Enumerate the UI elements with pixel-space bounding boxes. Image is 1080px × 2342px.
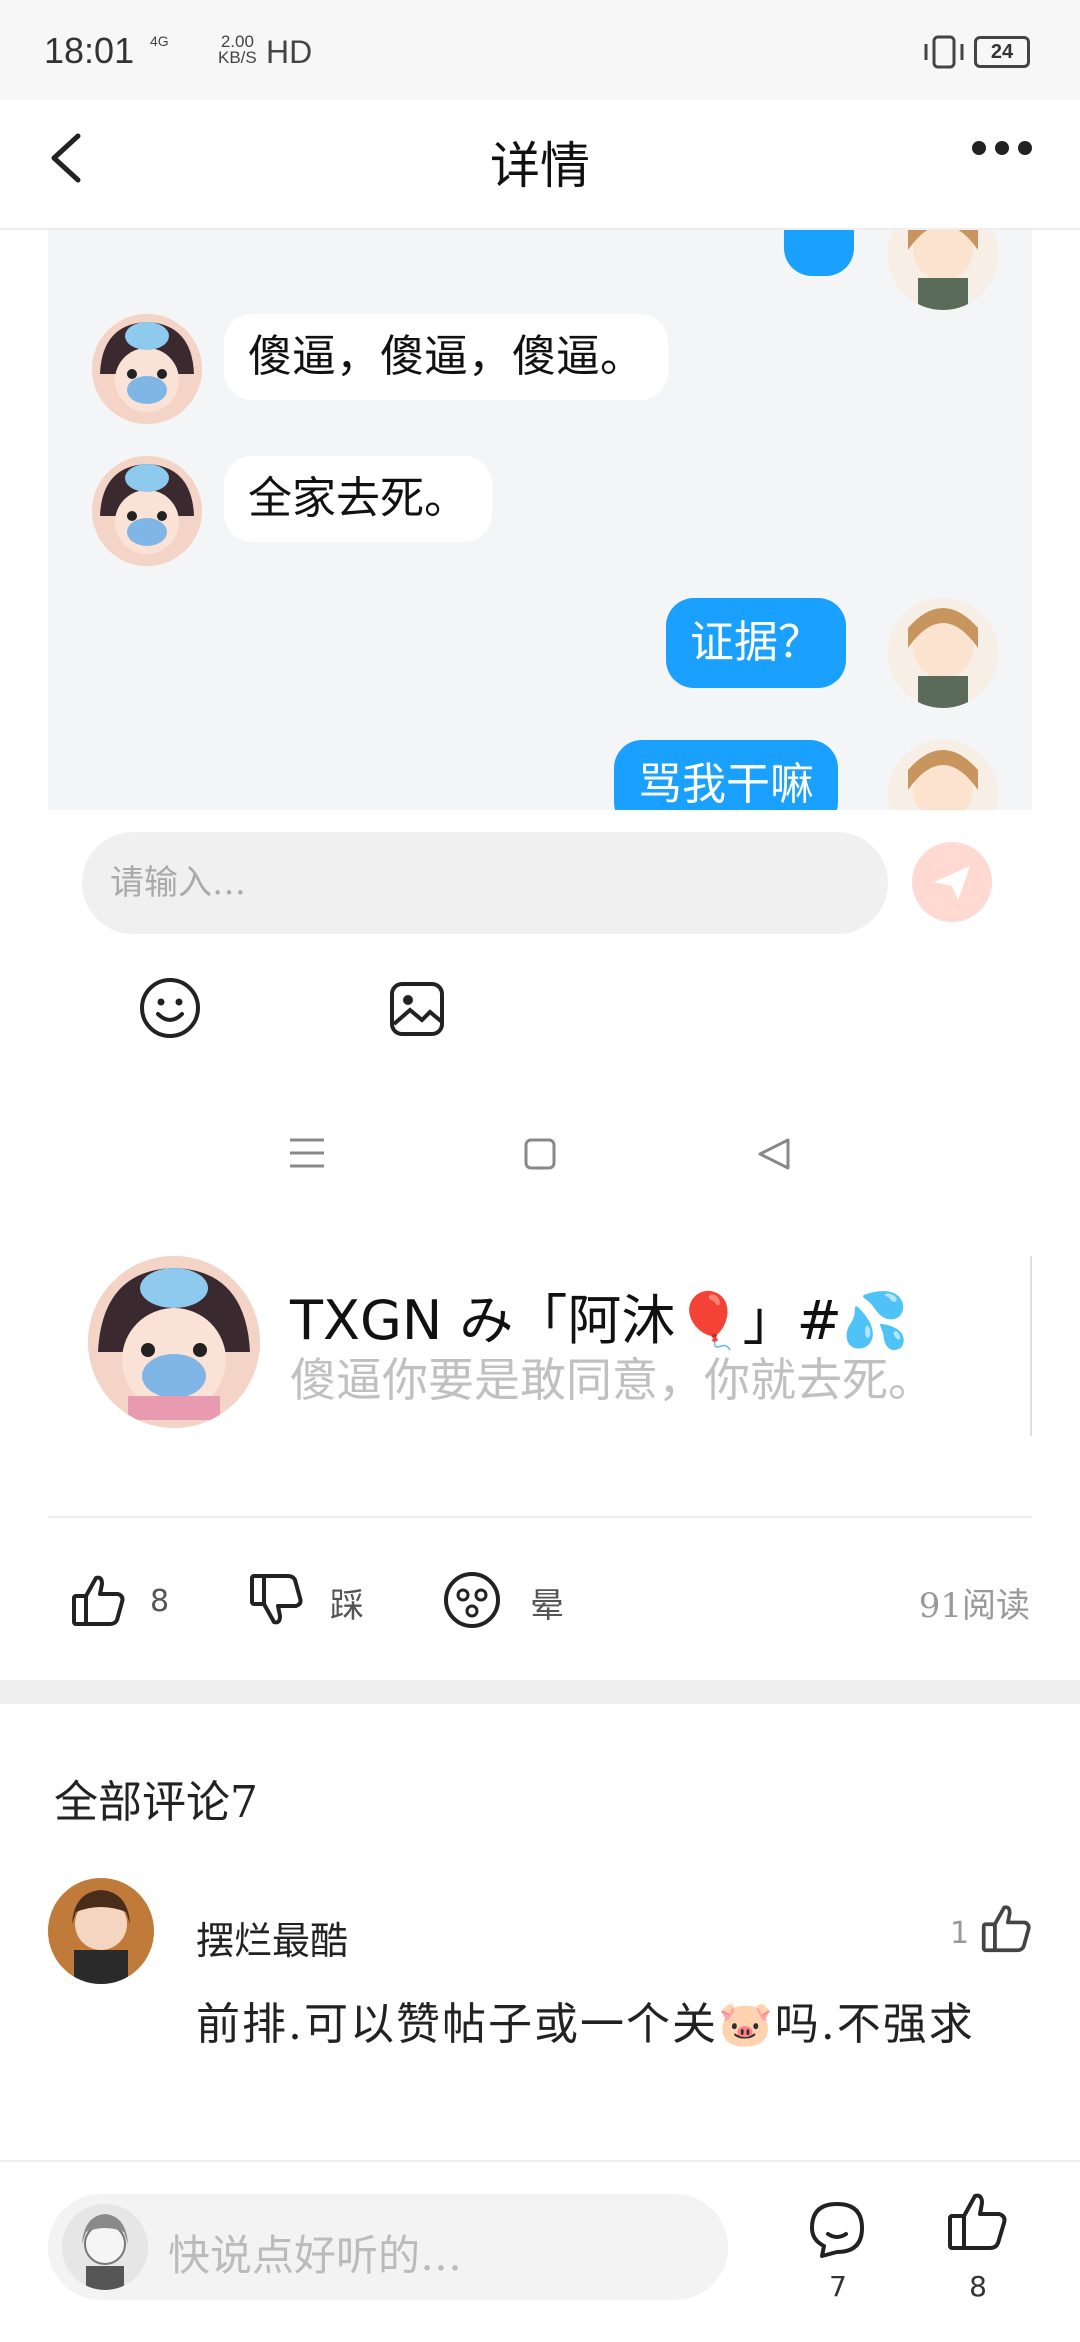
chat-screenshot: 傻逼，傻逼，傻逼。 全家去死。 证据？ 骂我干嘛: [48, 230, 1032, 810]
thumbs-down-icon[interactable]: [248, 1572, 304, 1628]
back-triangle-icon[interactable]: [756, 1136, 792, 1172]
section-separator: [0, 1680, 1080, 1704]
network-indicator: 4G: [150, 33, 169, 49]
chat-bubble-left: 傻逼，傻逼，傻逼。: [224, 314, 668, 400]
comment-placeholder: 快说点好听的…: [168, 2231, 463, 2280]
send-icon[interactable]: [912, 842, 992, 922]
chat-bubble-right: 骂我干嘛: [614, 740, 838, 810]
read-count: 91阅读: [918, 1586, 1030, 1626]
image-icon[interactable]: [388, 980, 446, 1038]
more-options-button[interactable]: [972, 140, 1042, 170]
hd-indicator: HD: [266, 34, 313, 70]
dislike-label[interactable]: 踩: [330, 1578, 364, 1627]
comments-title: 全部评论7: [54, 1777, 258, 1828]
comment-like-count: 1: [950, 1916, 970, 1951]
thumbs-up-icon[interactable]: [70, 1572, 126, 1628]
comment-text: 前排.可以赞帖子或一个关🐷吗.不强求: [196, 1999, 975, 2050]
girl-avatar-icon: [888, 598, 998, 708]
status-bar: [0, 0, 1080, 100]
commenter-name[interactable]: 摆烂最酷: [196, 1910, 348, 1965]
dizzy-label[interactable]: 晕: [530, 1578, 564, 1627]
vibrate-icon: [924, 35, 964, 69]
commenter-avatar[interactable]: [48, 1878, 154, 1984]
dot-icon: [995, 141, 1009, 155]
girl-avatar-icon: [888, 230, 998, 310]
chat-bubble-left: 全家去死。: [224, 456, 492, 542]
cartoon-avatar-icon: [92, 456, 202, 566]
network-speed: 2.00 KB/S: [218, 33, 257, 67]
user-avatar: [62, 2204, 148, 2290]
status-time: 18:01: [44, 30, 135, 71]
comment-count: 7: [829, 2270, 847, 2303]
cartoon-avatar-icon: [92, 314, 202, 424]
dot-icon: [972, 141, 986, 155]
thumbs-up-icon[interactable]: [946, 2190, 1008, 2252]
post-text: 傻逼你要是敢同意，你就去死。: [290, 1353, 934, 1407]
battery-indicator: 24: [974, 36, 1030, 68]
bottom-like-count: 8: [969, 2270, 987, 2303]
divider: [1030, 1256, 1032, 1436]
speed-unit: KB/S: [218, 48, 257, 67]
dot-icon: [1018, 141, 1032, 155]
girl-avatar-icon: [888, 740, 998, 810]
author-avatar[interactable]: [88, 1256, 260, 1428]
message-input[interactable]: 请输入…: [82, 832, 888, 934]
partial-bubble: [784, 230, 854, 276]
chat-bubble-right: 证据？: [666, 598, 846, 688]
comment-bubble-icon[interactable]: [806, 2198, 868, 2260]
thumbs-up-icon[interactable]: [980, 1902, 1032, 1954]
dizzy-face-icon[interactable]: [442, 1570, 502, 1630]
menu-icon[interactable]: [290, 1136, 324, 1170]
like-count: 8: [150, 1584, 170, 1619]
home-square-icon[interactable]: [524, 1138, 556, 1170]
page-title: 详情: [490, 137, 590, 195]
divider: [48, 1516, 1032, 1518]
emoji-icon[interactable]: [138, 976, 202, 1040]
